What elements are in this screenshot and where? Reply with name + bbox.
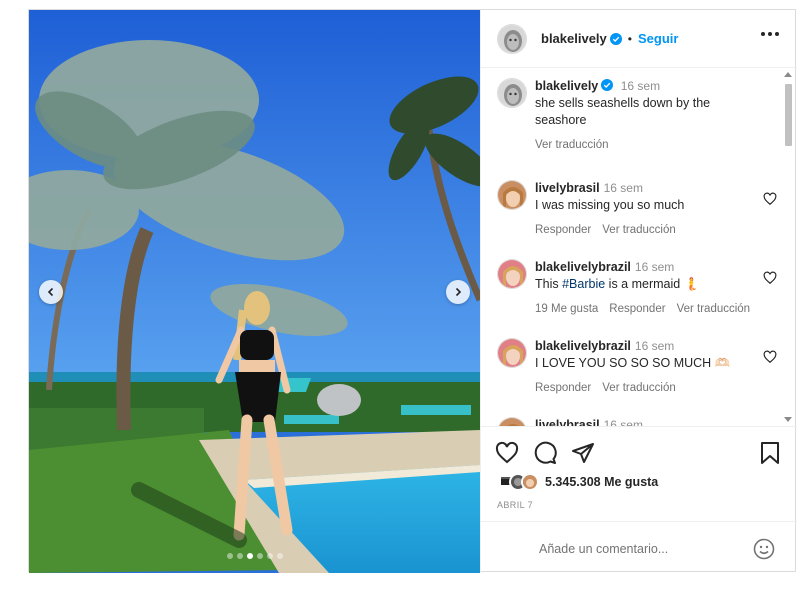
- commenter-avatar-image: [498, 260, 526, 288]
- author-username[interactable]: blakelively: [541, 31, 607, 46]
- translate-link[interactable]: Ver traducción: [602, 380, 676, 397]
- emoji-icon[interactable]: [753, 538, 775, 560]
- commenter-avatar[interactable]: [497, 338, 527, 368]
- caption: blakelively 16 sem she sells seashells d…: [497, 78, 777, 154]
- caption-text: she sells seashells down by the seashore: [535, 96, 711, 127]
- header-separator: •: [627, 31, 632, 46]
- carousel-dot: [236, 553, 243, 559]
- save-button[interactable]: [759, 441, 781, 470]
- comment-input[interactable]: Añade un comentario...: [539, 542, 668, 556]
- carousel-indicator: [29, 553, 480, 559]
- caption-avatar[interactable]: [497, 78, 527, 108]
- comment-icon: [534, 441, 557, 464]
- bookmark-icon: [761, 442, 779, 464]
- scroll-down-arrow-icon[interactable]: [784, 417, 792, 422]
- translate-link[interactable]: Ver traducción: [677, 301, 751, 318]
- author-avatar-image: [498, 79, 526, 107]
- commenter-avatar-image: [498, 418, 526, 426]
- carousel-next-button[interactable]: [446, 280, 470, 304]
- commenter-avatar[interactable]: [497, 259, 527, 289]
- chevron-right-icon: [455, 287, 462, 297]
- commenter-avatar-image: [498, 181, 526, 209]
- scroll-up-arrow-icon[interactable]: [784, 72, 792, 77]
- comments-list[interactable]: blakelively 16 sem she sells seashells d…: [481, 68, 797, 426]
- verified-badge-icon: [609, 32, 622, 45]
- caption-translate-link[interactable]: Ver traducción: [535, 137, 609, 154]
- comment-username[interactable]: blakelivelybrazil: [535, 339, 631, 353]
- comment-text: This #Barbie is a mermaid 🧜: [535, 277, 700, 291]
- comment-likes-count[interactable]: 19 Me gusta: [535, 301, 598, 318]
- commenter-avatar[interactable]: [497, 180, 527, 210]
- carousel-dot: [226, 553, 233, 559]
- comment-time[interactable]: 16 sem: [635, 260, 674, 274]
- verified-badge-icon: [601, 79, 614, 91]
- comment-username[interactable]: livelybrasil: [535, 181, 600, 195]
- comment-time[interactable]: 16 sem: [604, 418, 643, 426]
- comment-text: I was missing you so much: [535, 198, 685, 212]
- comment-time[interactable]: 16 sem: [635, 339, 674, 353]
- comment-username[interactable]: livelybrasil: [535, 418, 600, 426]
- reply-button[interactable]: Responder: [609, 301, 665, 318]
- liker-avatar: [521, 473, 539, 491]
- author-avatar-image: [498, 24, 526, 53]
- comment-item: blakelivelybrazil 16 sem I LOVE YOU SO SO…: [497, 338, 777, 397]
- share-button[interactable]: [571, 441, 595, 470]
- comment-item: livelybrasil 16 sem: [497, 417, 777, 426]
- likes-summary[interactable]: 5.345.308 Me gusta: [497, 473, 658, 491]
- share-icon: [572, 443, 594, 463]
- like-button[interactable]: [495, 441, 519, 470]
- carousel-dot: [266, 553, 273, 559]
- heart-icon[interactable]: [763, 350, 777, 364]
- comment-username[interactable]: blakelivelybrazil: [535, 260, 631, 274]
- carousel-prev-button[interactable]: [39, 280, 63, 304]
- heart-icon: [495, 441, 519, 464]
- caption-time[interactable]: 16 sem: [621, 79, 660, 93]
- instagram-post-dialog: blakelively • Seguir blakelively 16 sem …: [28, 9, 797, 573]
- beach-photo-illustration: [29, 10, 480, 573]
- carousel-dot: [276, 553, 283, 559]
- post-side-panel: blakelively • Seguir blakelively 16 sem …: [480, 10, 797, 573]
- reply-button[interactable]: Responder: [535, 222, 591, 239]
- chevron-left-icon: [47, 287, 54, 297]
- author-avatar[interactable]: [497, 23, 527, 54]
- heart-icon[interactable]: [763, 192, 777, 206]
- likes-count[interactable]: 5.345.308 Me gusta: [545, 475, 658, 489]
- commenter-avatar-image: [498, 339, 526, 367]
- comment-button[interactable]: [533, 441, 557, 470]
- comment-item: livelybrasil 16 sem I was missing you so …: [497, 180, 777, 239]
- carousel-dot: [246, 553, 253, 559]
- action-icons: [495, 441, 595, 470]
- caption-username[interactable]: blakelively: [535, 79, 598, 93]
- add-comment-bar: Añade un comentario...: [481, 521, 797, 574]
- post-photo[interactable]: [29, 10, 480, 573]
- commenter-avatar[interactable]: [497, 417, 527, 426]
- scroll-thumb[interactable]: [785, 84, 792, 146]
- post-date[interactable]: ABRIL 7: [497, 500, 533, 510]
- hashtag-link[interactable]: #Barbie: [562, 277, 605, 291]
- post-actions-section: 5.345.308 Me gusta ABRIL 7 Añade un come…: [481, 426, 797, 573]
- post-header: blakelively • Seguir: [481, 10, 797, 68]
- reply-button[interactable]: Responder: [535, 380, 591, 397]
- carousel-dot: [256, 553, 263, 559]
- comment-time[interactable]: 16 sem: [604, 181, 643, 195]
- heart-icon[interactable]: [763, 271, 777, 285]
- follow-button[interactable]: Seguir: [638, 31, 678, 46]
- translate-link[interactable]: Ver traducción: [602, 222, 676, 239]
- comment-item: blakelivelybrazil 16 sem This #Barbie is …: [497, 259, 777, 318]
- comment-text: I LOVE YOU SO SO SO MUCH 🫶🏻: [535, 356, 731, 370]
- more-options-icon[interactable]: [761, 32, 779, 36]
- comments-scrollbar[interactable]: [782, 70, 795, 424]
